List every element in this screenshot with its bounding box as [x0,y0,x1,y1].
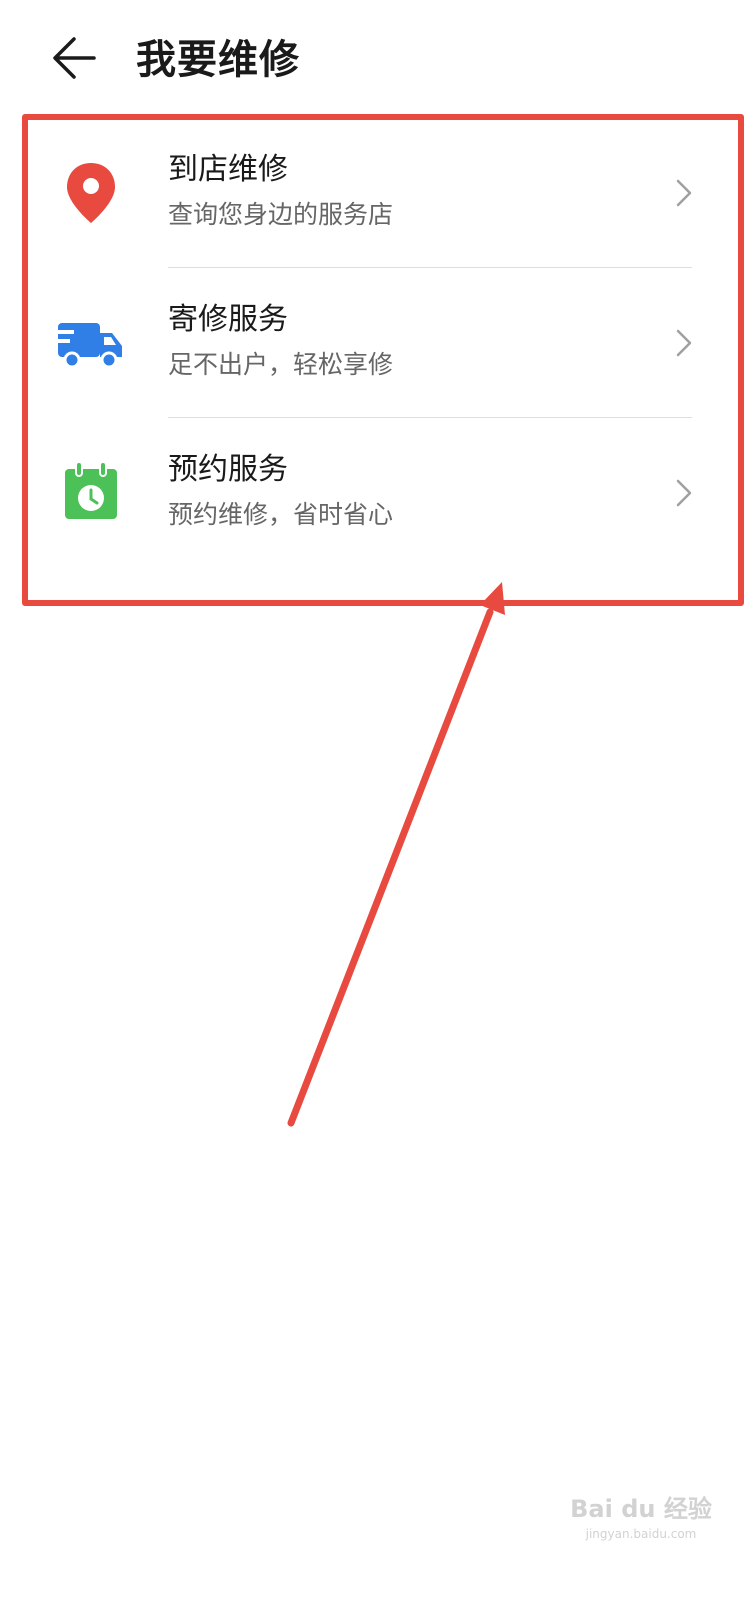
item-title: 到店维修 [168,152,288,187]
delivery-truck-icon [56,308,126,378]
appointment-item[interactable]: 预约服务 预约维修，省时省心 [26,418,736,568]
chevron-right-icon [672,323,696,363]
arrow-left-icon [53,37,96,79]
chevron-right-icon [672,473,696,513]
item-subtitle: 查询您身边的服务店 [168,200,394,229]
item-subtitle: 足不出户，轻松享修 [168,350,394,379]
item-subtitle: 预约维修，省时省心 [168,500,394,529]
service-list: 到店维修 查询您身边的服务店 寄修服务 足不出户，轻松享修 预约服务 预约维修，… [26,118,736,568]
chevron-right-icon [672,173,696,213]
mail-repair-item[interactable]: 寄修服务 足不出户，轻松享修 [26,268,736,418]
store-repair-item[interactable]: 到店维修 查询您身边的服务店 [26,118,736,268]
item-title: 预约服务 [168,452,288,487]
location-pin-icon [56,158,126,228]
app-header: 我要维修 [0,0,754,120]
page-title: 我要维修 [136,37,300,83]
calendar-clock-icon [56,458,126,528]
item-title: 寄修服务 [168,302,288,337]
baidu-jingyan-watermark: Bai du 经验 jingyan.baidu.com [570,1495,712,1541]
back-button[interactable] [44,28,108,92]
